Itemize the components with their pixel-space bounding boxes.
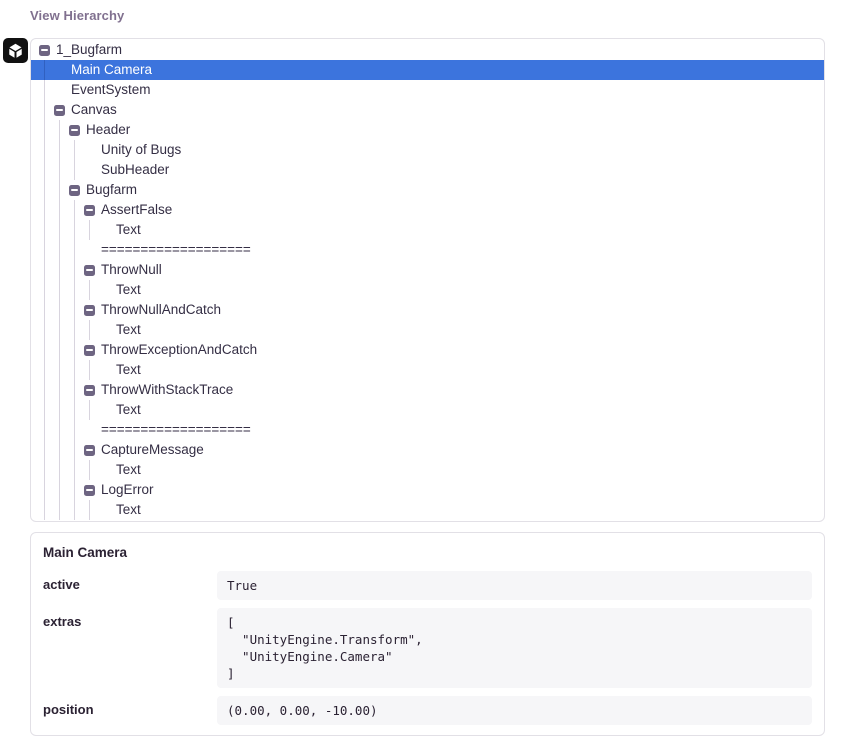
tree-row[interactable]: 1_Bugfarm (31, 40, 824, 60)
tree-row[interactable]: Text (31, 220, 824, 240)
collapse-minus-icon[interactable] (84, 205, 95, 216)
tree-row-label: Bugfarm (86, 180, 137, 200)
collapse-minus-icon[interactable] (69, 125, 80, 136)
hierarchy-tree-panel: 1_Bugfarm Main Camera EventSystem Canvas… (30, 38, 825, 522)
detail-field-row: extras [ "UnityEngine.Transform", "Unity… (43, 608, 812, 688)
tree-row-label: Text (116, 400, 141, 420)
tree-row-label: Header (86, 120, 130, 140)
tree-row-label: CaptureMessage (101, 440, 204, 460)
detail-field-value: True (217, 571, 812, 600)
tree-row-label: Text (116, 360, 141, 380)
collapse-minus-icon[interactable] (39, 45, 50, 56)
tree-row-label: Text (116, 460, 141, 480)
tree-row-label: ThrowNullAndCatch (101, 300, 221, 320)
tree-row[interactable]: Header (31, 120, 824, 140)
page-title: View Hierarchy (30, 8, 124, 23)
collapse-minus-icon[interactable] (84, 445, 95, 456)
unity-logo-icon (3, 38, 28, 63)
view-hierarchy-page: View Hierarchy 1_Bugfarm Main Camera Eve… (0, 0, 855, 750)
tree-row[interactable]: CaptureMessage (31, 440, 824, 460)
tree-row[interactable]: Unity of Bugs (31, 140, 824, 160)
collapse-minus-icon[interactable] (84, 265, 95, 276)
tree-row-label: Unity of Bugs (101, 140, 181, 160)
tree-row-label: Main Camera (71, 60, 152, 80)
tree-row[interactable]: AssertFalse (31, 200, 824, 220)
detail-title: Main Camera (43, 545, 812, 560)
detail-field-name: extras (43, 608, 217, 688)
tree-row-label: LogError (101, 480, 154, 500)
tree-row[interactable]: Text (31, 280, 824, 300)
collapse-minus-icon[interactable] (69, 185, 80, 196)
tree-row[interactable]: =================== (31, 240, 824, 260)
tree-row[interactable]: EventSystem (31, 80, 824, 100)
tree-row-label: AssertFalse (101, 200, 172, 220)
detail-field-value: (0.00, 0.00, -10.00) (217, 696, 812, 725)
detail-field-value: [ "UnityEngine.Transform", "UnityEngine.… (217, 608, 812, 688)
detail-field-name: position (43, 696, 217, 725)
tree-rows: 1_Bugfarm Main Camera EventSystem Canvas… (31, 40, 824, 520)
detail-field-row: position (0.00, 0.00, -10.00) (43, 696, 812, 725)
collapse-minus-icon[interactable] (84, 305, 95, 316)
tree-row[interactable]: Main Camera (31, 60, 824, 80)
tree-row-label: ThrowNull (101, 260, 162, 280)
tree-row[interactable]: Text (31, 320, 824, 340)
collapse-minus-icon[interactable] (84, 345, 95, 356)
tree-row[interactable]: Text (31, 460, 824, 480)
collapse-minus-icon[interactable] (84, 485, 95, 496)
tree-row[interactable]: ThrowExceptionAndCatch (31, 340, 824, 360)
tree-row-label: Text (116, 320, 141, 340)
tree-row[interactable]: Text (31, 360, 824, 380)
tree-row-label: Text (116, 280, 141, 300)
tree-row[interactable]: ThrowNull (31, 260, 824, 280)
tree-row-label: EventSystem (71, 80, 151, 100)
tree-row[interactable]: Bugfarm (31, 180, 824, 200)
detail-fields: active True extras [ "UnityEngine.Transf… (43, 571, 812, 725)
tree-row[interactable]: =================== (31, 420, 824, 440)
tree-row[interactable]: Canvas (31, 100, 824, 120)
tree-row[interactable]: ThrowWithStackTrace (31, 380, 824, 400)
tree-row-label: Canvas (71, 100, 117, 120)
tree-row-label: Text (116, 500, 141, 520)
tree-row-label: ThrowWithStackTrace (101, 380, 233, 400)
tree-row[interactable]: LogError (31, 480, 824, 500)
collapse-minus-icon[interactable] (54, 105, 65, 116)
tree-row[interactable]: Text (31, 400, 824, 420)
selected-node-detail-panel: Main Camera active True extras [ "UnityE… (30, 532, 825, 736)
tree-row-label: =================== (101, 420, 251, 440)
detail-field-name: active (43, 571, 217, 600)
tree-row-label: 1_Bugfarm (56, 40, 122, 60)
tree-row-label: ThrowExceptionAndCatch (101, 340, 257, 360)
tree-row-label: SubHeader (101, 160, 169, 180)
collapse-minus-icon[interactable] (84, 385, 95, 396)
tree-row[interactable]: Text (31, 500, 824, 520)
tree-row-label: =================== (101, 240, 251, 260)
tree-row[interactable]: SubHeader (31, 160, 824, 180)
tree-row[interactable]: ThrowNullAndCatch (31, 300, 824, 320)
detail-field-row: active True (43, 571, 812, 600)
tree-row-label: Text (116, 220, 141, 240)
